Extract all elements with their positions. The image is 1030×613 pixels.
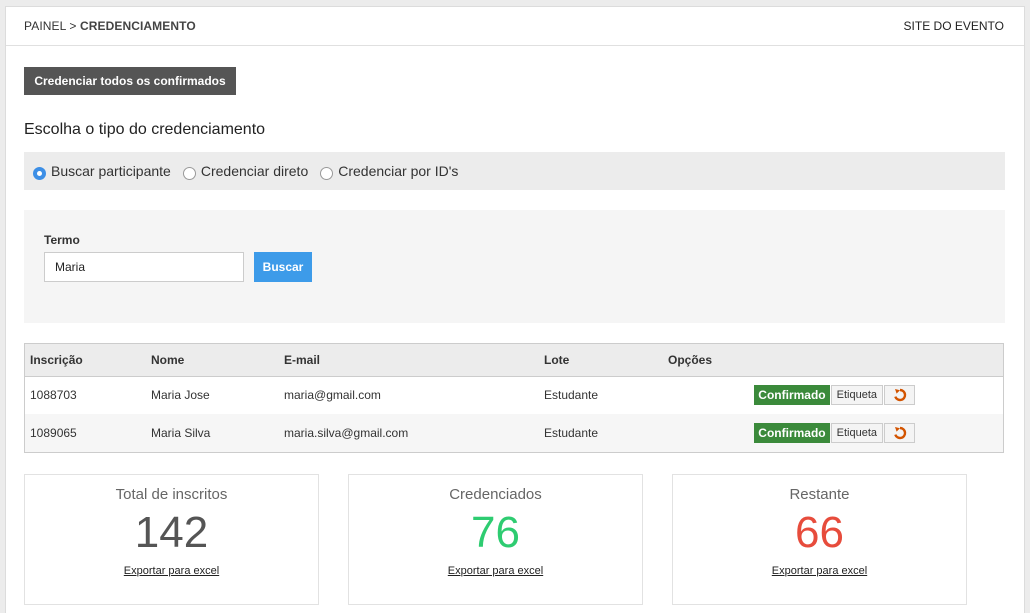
radio-button[interactable] [320,166,334,180]
radio-option-direct[interactable]: Credenciar direto [182,163,309,180]
cell-lot: Estudante [539,414,663,452]
radio-button[interactable] [33,166,46,180]
label-button[interactable]: Etiqueta [830,423,883,443]
stat-title: Total de inscritos [115,486,228,503]
cell-lot: Estudante [544,388,599,403]
export-excel-link[interactable]: Exportar para excel [124,565,219,577]
credential-all-button[interactable]: Credenciar todos os confirmados [24,67,236,95]
radio-label: Credenciar direto [200,163,309,179]
undo-button[interactable] [884,385,915,406]
search-input[interactable] [44,252,244,282]
top-bar: PAINEL > CREDENCIAMENTO SITE DO EVENTO [6,7,1024,46]
cell-name: Maria Silva [146,414,279,452]
search-panel: Termo Buscar [24,210,1005,323]
table-row: 1089065 Maria Silva maria.silva@gmail.co… [25,414,1003,452]
breadcrumb-root[interactable]: PAINEL [24,19,66,33]
cell-email: maria.silva@gmail.com [279,414,539,452]
radio-label: Credenciar por ID's [338,163,459,179]
radio-button[interactable] [182,166,196,180]
column-header: Lote [539,344,663,377]
table-row: 1088703 Maria Jose maria@gmail.com Estud… [25,376,1003,414]
cell-options: Confirmado Etiqueta [663,414,1003,452]
radio-option-search[interactable]: Buscar participante [33,163,171,180]
stat-card-total: Total de inscritos 142 Exportar para exc… [24,474,319,605]
confirmed-button[interactable]: Confirmado [754,385,830,406]
stat-value: 76 [471,508,520,557]
column-header: Nome [146,344,279,377]
breadcrumb-current: CREDENCIAMENTO [79,19,196,33]
radio-option-ids[interactable]: Credenciar por ID's [320,163,458,180]
export-excel-link[interactable]: Exportar para excel [448,565,543,577]
cell-name: Maria Jose [151,388,210,403]
section-title: Escolha o tipo do credenciamento [24,121,266,138]
stat-card-remaining: Restante 66 Exportar para excel [672,474,967,605]
stat-title: Restante [789,486,850,503]
participants-table: Inscrição Nome E-mail Lote Opções 108870… [24,343,1004,453]
breadcrumb-separator: > [69,19,77,33]
undo-icon [894,389,907,402]
stat-value: 142 [134,508,209,557]
stat-value: 66 [795,508,844,557]
site-link[interactable]: SITE DO EVENTO [904,19,1004,33]
confirmed-button[interactable]: Confirmado [754,423,830,443]
cell-registration: 1088703 [30,388,77,403]
credential-type-selector: Buscar participante Credenciar direto Cr… [24,152,1005,190]
stat-card-credentialed: Credenciados 76 Exportar para excel [348,474,643,605]
radio-label: Buscar participante [51,163,171,179]
page-frame: PAINEL > CREDENCIAMENTO SITE DO EVENTO C… [5,6,1025,613]
cell-registration: 1089065 [25,414,146,452]
stat-title: Credenciados [449,486,542,503]
column-header: E-mail [279,344,539,377]
search-label: Termo [44,233,80,247]
cell-options: Confirmado Etiqueta [663,376,1003,414]
table-header-row: Inscrição Nome E-mail Lote Opções [25,344,1003,377]
cell-email: maria@gmail.com [284,388,381,403]
column-header: Inscrição [25,344,146,377]
breadcrumb: PAINEL > CREDENCIAMENTO [24,19,196,33]
undo-button[interactable] [884,423,915,443]
export-excel-link[interactable]: Exportar para excel [772,565,867,577]
search-button[interactable]: Buscar [254,252,312,282]
undo-icon [894,426,907,440]
label-button[interactable]: Etiqueta [830,385,883,406]
column-header: Opções [663,344,1003,377]
